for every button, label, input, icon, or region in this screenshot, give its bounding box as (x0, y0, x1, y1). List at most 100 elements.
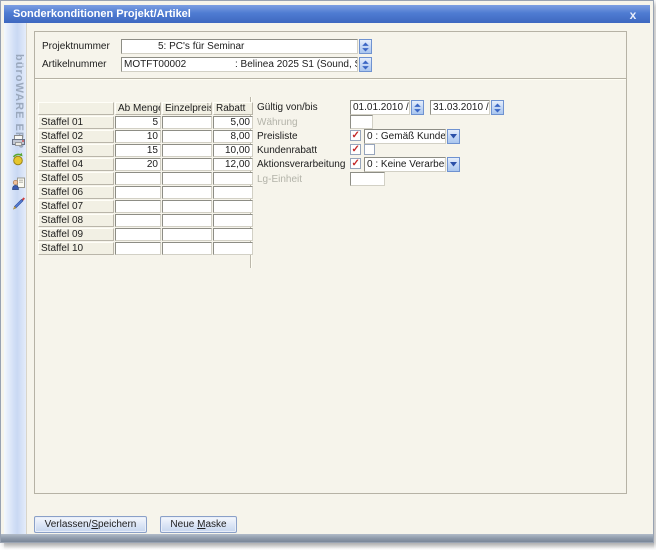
einzelpreis-cell[interactable] (162, 130, 212, 143)
table-row: Staffel 01 5 5,00 (38, 116, 254, 129)
rabatt-cell[interactable]: 10,00 (213, 144, 253, 157)
ab-menge-cell[interactable]: 10 (115, 130, 161, 143)
rabatt-cell[interactable] (213, 228, 253, 241)
einzelpreis-cell[interactable] (162, 158, 212, 171)
artikelnummer-input[interactable]: MOTFT00002 : Belinea 2025 S1 (Sound, Sil… (121, 57, 358, 72)
lg-einheit-input[interactable] (350, 172, 385, 186)
projektnummer-field-row: 5: PC's für Seminar (121, 39, 372, 54)
aktionsverarbeitung-dropdown[interactable]: 0 : Keine Verarbeitung (364, 157, 460, 172)
rabatt-cell[interactable] (213, 172, 253, 185)
table-row: Staffel 03 15 10,00 (38, 144, 254, 157)
brand-sidebar: büroWARE ERP (4, 23, 27, 534)
rabatt-cell[interactable]: 8,00 (213, 130, 253, 143)
gueltig-von-row: 01.01.2010 /Fr (350, 100, 424, 115)
gueltig-bis-spinner-icon[interactable] (491, 100, 504, 115)
einzelpreis-cell[interactable] (162, 242, 212, 255)
dialog-window: Sonderkonditionen Projekt/Artikel x büro… (0, 0, 654, 543)
einzelpreis-cell[interactable] (162, 214, 212, 227)
screen: Sonderkonditionen Projekt/Artikel x büro… (0, 0, 656, 550)
row-label: Staffel 07 (38, 200, 114, 213)
ab-menge-cell[interactable]: 20 (115, 158, 161, 171)
einzelpreis-cell[interactable] (162, 172, 212, 185)
button-text: aske (205, 519, 226, 530)
aktionsverarbeitung-value: 0 : Keine Verarbeitung (364, 157, 446, 172)
ab-menge-cell[interactable] (115, 200, 161, 213)
gueltig-bis-input[interactable]: 31.03.2010 /Mi (430, 100, 490, 115)
window-title: Sonderkonditionen Projekt/Artikel (13, 8, 191, 20)
rabatt-cell[interactable] (213, 214, 253, 227)
aktionsverarbeitung-checkbox[interactable]: ✓ (350, 158, 361, 169)
gueltig-von-spinner-icon[interactable] (411, 100, 424, 115)
aktionsverarbeitung-dropdown-arrow-icon[interactable] (447, 157, 460, 172)
verlassen-speichern-button[interactable]: Verlassen/Speichern (34, 516, 147, 533)
ab-menge-cell[interactable] (115, 214, 161, 227)
row-label: Staffel 01 (38, 116, 114, 129)
title-bar[interactable]: Sonderkonditionen Projekt/Artikel x (4, 5, 650, 23)
close-button[interactable]: x (626, 6, 640, 22)
kundenrabatt-checkbox[interactable]: ✓ (350, 144, 361, 155)
window-shadow (4, 543, 654, 549)
artikelnummer-spinner-icon[interactable] (359, 57, 372, 72)
table-row: Staffel 08 (38, 214, 254, 227)
waehrung-input[interactable] (350, 115, 373, 129)
contact-icon[interactable] (11, 176, 26, 191)
row-label: Staffel 06 (38, 186, 114, 199)
row-label: Staffel 09 (38, 228, 114, 241)
rabatt-cell[interactable] (213, 186, 253, 199)
artikelnummer-code: MOTFT00002 (124, 59, 186, 70)
projektnummer-label: Projektnummer (42, 41, 110, 52)
ab-menge-cell[interactable] (115, 242, 161, 255)
preisliste-dropdown-arrow-icon[interactable] (447, 129, 460, 144)
einzelpreis-cell[interactable] (162, 228, 212, 241)
row-label: Staffel 04 (38, 158, 114, 171)
aktionsverarbeitung-label: Aktionsverarbeitung (257, 159, 345, 170)
ab-menge-cell[interactable] (115, 172, 161, 185)
row-label: Staffel 10 (38, 242, 114, 255)
lg-einheit-label: Lg-Einheit (257, 174, 302, 185)
preisliste-dropdown[interactable]: 0 : Gemäß Kundenstamm (364, 129, 460, 144)
horizontal-separator (35, 78, 626, 80)
table-row: Staffel 10 (38, 242, 254, 255)
print-icon[interactable] (11, 133, 26, 148)
currency-icon[interactable] (11, 152, 26, 167)
projektnummer-spinner-icon[interactable] (359, 39, 372, 54)
header-rabatt: Rabatt (213, 102, 253, 115)
neue-maske-button[interactable]: Neue Maske (160, 516, 237, 533)
kundenrabatt-label: Kundenrabatt (257, 145, 317, 156)
table-row: Staffel 09 (38, 228, 254, 241)
preisliste-value: 0 : Gemäß Kundenstamm (364, 129, 446, 144)
button-text: Verlassen/ (45, 519, 92, 530)
rabatt-cell[interactable] (213, 200, 253, 213)
table-row: Staffel 05 (38, 172, 254, 185)
preisliste-label: Preisliste (257, 131, 298, 142)
kundenrabatt-value-checkbox[interactable] (364, 144, 375, 155)
button-text: peichern (98, 519, 136, 530)
rabatt-cell[interactable]: 12,00 (213, 158, 253, 171)
gueltig-von-input[interactable]: 01.01.2010 /Fr (350, 100, 410, 115)
header-ab-menge: Ab Menge (115, 102, 161, 115)
row-label: Staffel 03 (38, 144, 114, 157)
ab-menge-cell[interactable]: 5 (115, 116, 161, 129)
artikelnummer-description: : Belinea 2025 S1 (Sound, Silber) (235, 58, 358, 71)
rabatt-cell[interactable]: 5,00 (213, 116, 253, 129)
projektnummer-input[interactable]: 5: PC's für Seminar (121, 39, 358, 54)
waehrung-label: Währung (257, 117, 298, 128)
row-label: Staffel 02 (38, 130, 114, 143)
gueltig-label: Gültig von/bis (257, 102, 318, 113)
header-empty (38, 102, 114, 115)
einzelpreis-cell[interactable] (162, 186, 212, 199)
edit-pen-icon[interactable] (11, 195, 26, 210)
einzelpreis-cell[interactable] (162, 200, 212, 213)
artikelnummer-field-row: MOTFT00002 : Belinea 2025 S1 (Sound, Sil… (121, 57, 372, 72)
table-row: Staffel 06 (38, 186, 254, 199)
ab-menge-cell[interactable] (115, 228, 161, 241)
einzelpreis-cell[interactable] (162, 116, 212, 129)
rabatt-cell[interactable] (213, 242, 253, 255)
check-icon: ✓ (352, 158, 360, 169)
row-label: Staffel 05 (38, 172, 114, 185)
ab-menge-cell[interactable] (115, 186, 161, 199)
preisliste-checkbox[interactable]: ✓ (350, 130, 361, 141)
ab-menge-cell[interactable]: 15 (115, 144, 161, 157)
einzelpreis-cell[interactable] (162, 144, 212, 157)
table-row: Staffel 02 10 8,00 (38, 130, 254, 143)
